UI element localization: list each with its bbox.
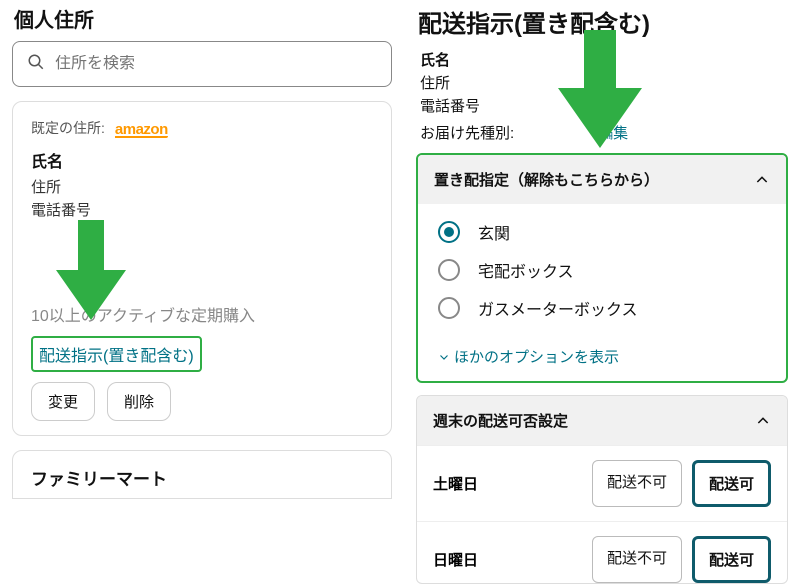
radio-label: 玄関 — [478, 220, 510, 244]
address-search-box[interactable] — [12, 41, 392, 87]
radio-off-icon — [438, 259, 460, 281]
weekend-row-sunday: 日曜日 配送不可 配送可 — [417, 521, 787, 583]
default-address-row: 既定の住所: amazon — [31, 118, 373, 138]
okihai-panel: 置き配指定（解除もこちらから） 玄関 宅配ボックス ガスメーターボックス ほかの… — [416, 153, 788, 383]
weekend-panel: 週末の配送可否設定 土曜日 配送不可 配送可 日曜日 配送不可 配送可 — [416, 395, 788, 584]
radio-option-genkan[interactable]: 玄関 — [438, 220, 766, 244]
address-type-label: お届け先種別: — [420, 122, 514, 143]
radio-on-icon — [438, 221, 460, 243]
okihai-radio-list: 玄関 宅配ボックス ガスメーターボックス — [418, 204, 786, 346]
weekend-panel-header[interactable]: 週末の配送可否設定 — [417, 396, 787, 445]
toggle-group: 配送不可 配送可 — [592, 536, 771, 583]
radio-label: 宅配ボックス — [478, 258, 574, 282]
delete-button[interactable]: 削除 — [107, 382, 171, 421]
delivery-instructions-link[interactable]: 配送指示(置き配含む) — [31, 336, 202, 372]
delivery-off-button[interactable]: 配送不可 — [592, 536, 682, 583]
familymart-card: ファミリーマート — [12, 450, 392, 499]
change-button[interactable]: 変更 — [31, 382, 95, 421]
delivery-on-button[interactable]: 配送可 — [692, 536, 771, 583]
default-address-label: 既定の住所: — [31, 118, 105, 138]
weekend-row-saturday: 土曜日 配送不可 配送可 — [417, 445, 787, 521]
radio-label: ガスメーターボックス — [478, 296, 638, 320]
phone-label: 電話番号 — [31, 199, 373, 220]
familymart-title: ファミリーマート — [31, 465, 373, 490]
chevron-up-icon — [755, 413, 771, 429]
day-label: 土曜日 — [433, 473, 592, 494]
okihai-panel-header[interactable]: 置き配指定（解除もこちらから） — [418, 155, 786, 204]
green-arrow-icon — [56, 220, 126, 320]
green-arrow-icon — [558, 30, 642, 148]
toggle-group: 配送不可 配送可 — [592, 460, 771, 507]
more-options-link[interactable]: ほかのオプションを表示 — [418, 346, 786, 381]
radio-option-takuhai-box[interactable]: 宅配ボックス — [438, 258, 766, 282]
weekend-panel-title: 週末の配送可否設定 — [433, 410, 568, 431]
name-label: 氏名 — [31, 148, 373, 172]
amazon-logo: amazon — [115, 121, 168, 138]
radio-option-gas-meter[interactable]: ガスメーターボックス — [438, 296, 766, 320]
chevron-up-icon — [754, 172, 770, 188]
address-search-input[interactable] — [55, 55, 377, 73]
day-label: 日曜日 — [433, 549, 592, 570]
address-label: 住所 — [31, 176, 373, 197]
delivery-off-button[interactable]: 配送不可 — [592, 460, 682, 507]
delivery-on-button[interactable]: 配送可 — [692, 460, 771, 507]
radio-off-icon — [438, 297, 460, 319]
personal-address-heading: 個人住所 — [14, 4, 396, 33]
okihai-panel-title: 置き配指定（解除もこちらから） — [434, 169, 659, 190]
search-icon — [27, 53, 45, 76]
more-options-label: ほかのオプションを表示 — [454, 346, 619, 367]
card-button-row: 変更 削除 — [31, 382, 373, 421]
